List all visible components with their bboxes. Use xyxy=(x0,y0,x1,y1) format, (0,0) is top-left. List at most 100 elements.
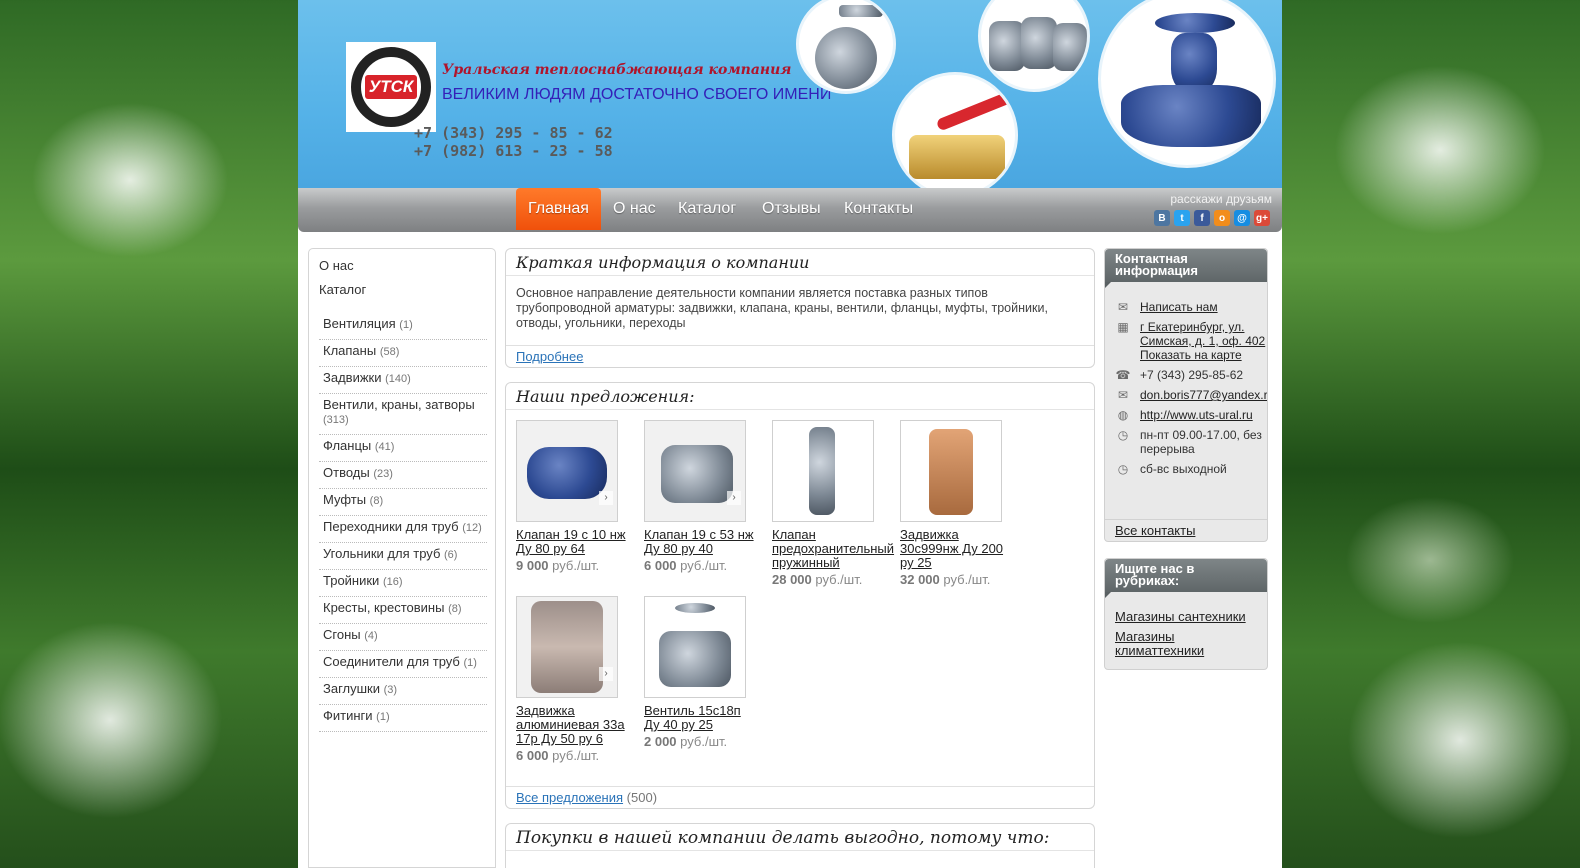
right-sidebar: Контактная информация ✉ Написать нам ▦ г… xyxy=(1104,248,1268,670)
category-item[interactable]: Заглушки (3) xyxy=(319,678,487,705)
product-thumb[interactable] xyxy=(900,420,1002,522)
product-name[interactable]: Задвижка алюминиевая 33а 17р Ду 50 ру 6 xyxy=(516,704,640,746)
rubrics-title: Ищите нас в рубриках: xyxy=(1105,559,1267,598)
odnoklassniki-icon[interactable]: о xyxy=(1214,210,1230,226)
nav-about[interactable]: О нас xyxy=(601,188,668,230)
logo-ring-icon: УТСК xyxy=(351,47,431,127)
facebook-icon[interactable]: f xyxy=(1194,210,1210,226)
gate-valves-image xyxy=(978,0,1090,92)
main-content: Краткая информация о компании Основное н… xyxy=(505,248,1095,868)
category-item[interactable]: Фланцы (41) xyxy=(319,435,487,462)
product-card: Клапан предохранительный пружинный 28 000 … xyxy=(772,420,896,587)
butterfly-valve-image xyxy=(796,0,896,94)
benefits-block: Покупки в нашей компании делать выгодно,… xyxy=(505,823,1095,868)
weekend-hours: сб-вс выходной xyxy=(1140,462,1227,476)
category-item[interactable]: Фитинги (1) xyxy=(319,705,487,732)
globe-valve-image xyxy=(1098,0,1276,168)
all-offers-count: (500) xyxy=(626,790,658,805)
company-name: Уральская теплоснабжающая компания xyxy=(442,62,792,78)
product-name[interactable]: Клапан предохранительный пружинный xyxy=(772,528,896,570)
envelope-icon: ✉ xyxy=(1117,300,1129,314)
product-price: 32 000 xyxy=(900,572,940,587)
rubric-link-plumbing[interactable]: Магазины сантехники xyxy=(1105,610,1267,624)
product-price: 28 000 xyxy=(772,572,812,587)
category-item[interactable]: Переходники для труб (12) xyxy=(319,516,487,543)
twitter-icon[interactable]: t xyxy=(1174,210,1190,226)
nav-catalog[interactable]: Каталог xyxy=(666,188,748,230)
rubric-link-climate[interactable]: Магазины климаттехники xyxy=(1105,630,1267,658)
contact-phone: +7 (343) 295-85-62 xyxy=(1140,368,1244,382)
product-name[interactable]: Клапан 19 с 10 нж Ду 80 ру 64 xyxy=(516,528,640,556)
all-offers-link[interactable]: Все предложения xyxy=(516,790,623,805)
header-phone-2: +7 (982) 613 - 23 - 58 xyxy=(414,142,613,160)
contacts-block: Контактная информация ✉ Написать нам ▦ г… xyxy=(1104,248,1268,542)
more-link[interactable]: Подробнее xyxy=(516,349,583,364)
left-sidebar: О нас Каталог Вентиляция (1) Клапаны (58… xyxy=(308,248,496,868)
page: УТСК Уральская теплоснабжающая компания … xyxy=(298,0,1282,868)
category-item[interactable]: Соединители для труб (1) xyxy=(319,651,487,678)
benefits-title: Покупки в нашей компании делать выгодно,… xyxy=(506,824,1094,851)
googleplus-icon[interactable]: g+ xyxy=(1254,210,1270,226)
logo-mark: УТСК xyxy=(364,75,418,99)
category-item[interactable]: Клапаны (58) xyxy=(319,340,487,367)
header-phone-1: +7 (343) 295 - 85 - 62 xyxy=(414,124,613,142)
ball-valve-image xyxy=(892,72,1018,188)
about-text: Основное направление деятельности компан… xyxy=(516,286,1048,330)
product-thumb[interactable]: › xyxy=(516,420,618,522)
product-price: 6 000 xyxy=(516,748,549,763)
product-thumb[interactable]: › xyxy=(644,420,746,522)
offers-title: Наши предложения: xyxy=(506,383,1094,410)
email-link[interactable]: don.boris777@yandex.ru xyxy=(1140,388,1267,402)
product-thumb[interactable]: › xyxy=(516,596,618,698)
product-card: Вентиль 15с18п Ду 40 ру 25 2 000 руб./шт. xyxy=(644,596,768,749)
product-name[interactable]: Клапан 19 с 53 нж Ду 80 ру 40 xyxy=(644,528,768,556)
header-banner: УТСК Уральская теплоснабжающая компания … xyxy=(298,0,1282,188)
category-item[interactable]: Вентили, краны, затворы (313) xyxy=(319,394,487,435)
about-title: Краткая информация о компании xyxy=(506,249,1094,276)
product-grid: › Клапан 19 с 10 нж Ду 80 ру 64 9 000 руб… xyxy=(506,410,1094,786)
chevron-right-icon: › xyxy=(599,491,613,505)
category-list: Вентиляция (1) Клапаны (58) Задвижки (14… xyxy=(319,313,487,732)
weekday-hours: пн-пт 09.00-17.00, без перерыва xyxy=(1140,428,1262,456)
category-item[interactable]: Угольники для труб (6) xyxy=(319,543,487,570)
header-phones: +7 (343) 295 - 85 - 62 +7 (982) 613 - 23… xyxy=(414,124,613,160)
company-logo[interactable]: УТСК xyxy=(346,42,436,132)
category-item[interactable]: Муфты (8) xyxy=(319,489,487,516)
address-link[interactable]: г Екатеринбург, ул. Симская, д. 1, оф. 4… xyxy=(1140,320,1265,348)
slogan: ВЕЛИКИМ ЛЮДЯМ ДОСТАТОЧНО СВОЕГО ИМЕНИ xyxy=(442,86,832,103)
product-thumb[interactable] xyxy=(644,596,746,698)
chevron-right-icon: › xyxy=(727,491,741,505)
category-item[interactable]: Кресты, крестовины (8) xyxy=(319,597,487,624)
rubrics-block: Ищите нас в рубриках: Магазины сантехник… xyxy=(1104,558,1268,670)
globe-icon: ◍ xyxy=(1117,408,1129,422)
product-price: 9 000 xyxy=(516,558,549,573)
show-map-link[interactable]: Показать на карте xyxy=(1140,348,1242,362)
chevron-right-icon: › xyxy=(599,667,613,681)
nav-home[interactable]: Главная xyxy=(516,188,601,230)
product-price: 2 000 xyxy=(644,734,677,749)
category-item[interactable]: Тройники (16) xyxy=(319,570,487,597)
all-contacts-link[interactable]: Все контакты xyxy=(1105,524,1267,538)
nav-contacts[interactable]: Контакты xyxy=(832,188,925,230)
contacts-title: Контактная информация xyxy=(1105,249,1267,288)
vk-icon[interactable]: B xyxy=(1154,210,1170,226)
sidebar-link-about[interactable]: О нас xyxy=(319,258,485,273)
mail-icon[interactable]: @ xyxy=(1234,210,1250,226)
product-name[interactable]: Вентиль 15с18п Ду 40 ру 25 xyxy=(644,704,768,732)
product-card: › Клапан 19 с 53 нж Ду 80 ру 40 6 000 руб… xyxy=(644,420,768,573)
main-nav: Главная О нас Каталог Отзывы Контакты ра… xyxy=(298,188,1282,232)
category-item[interactable]: Задвижки (140) xyxy=(319,367,487,394)
about-block: Краткая информация о компании Основное н… xyxy=(505,248,1095,368)
sidebar-link-catalog[interactable]: Каталог xyxy=(319,282,485,297)
product-card: › Задвижка алюминиевая 33а 17р Ду 50 ру 6 … xyxy=(516,596,640,763)
write-us-link[interactable]: Написать нам xyxy=(1140,300,1218,314)
product-name[interactable]: Задвижка 30с999нж Ду 200 ру 25 xyxy=(900,528,1024,570)
product-thumb[interactable] xyxy=(772,420,874,522)
category-item[interactable]: Отводы (23) xyxy=(319,462,487,489)
category-item[interactable]: Вентиляция (1) xyxy=(319,313,487,340)
product-card: Задвижка 30с999нж Ду 200 ру 25 32 000 руб.… xyxy=(900,420,1024,587)
category-item[interactable]: Сгоны (4) xyxy=(319,624,487,651)
nav-reviews[interactable]: Отзывы xyxy=(750,188,833,230)
website-link[interactable]: http://www.uts-ural.ru xyxy=(1140,408,1253,422)
clock-icon: ◷ xyxy=(1117,462,1129,476)
